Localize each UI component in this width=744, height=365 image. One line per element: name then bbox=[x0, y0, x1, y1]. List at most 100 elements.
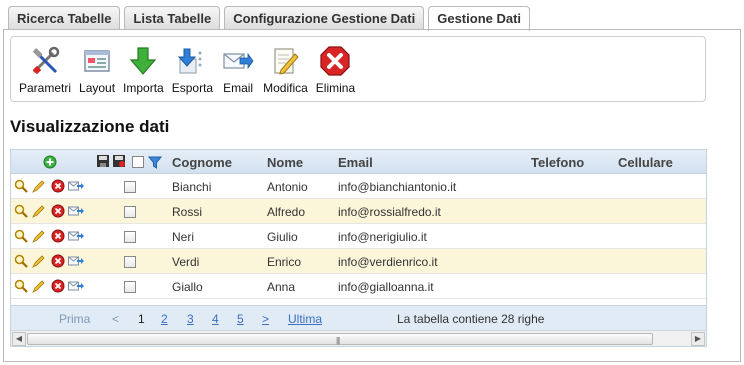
column-header-cognome[interactable]: Cognome bbox=[172, 155, 232, 170]
horizontal-scrollbar[interactable]: ◀ ||| ▶ bbox=[11, 330, 706, 346]
scroll-right-button[interactable]: ▶ bbox=[691, 332, 705, 346]
data-grid: Cognome Nome Email Telefono Cellulare Bi… bbox=[10, 149, 707, 347]
column-header-telefono[interactable]: Telefono bbox=[531, 155, 584, 170]
add-row-icon[interactable] bbox=[43, 155, 57, 169]
cell-cognome: Bianchi bbox=[172, 180, 212, 194]
cell-email: info@bianchiantonio.it bbox=[338, 180, 457, 194]
cell-email: info@nerigiulio.it bbox=[338, 230, 427, 244]
cell-nome: Alfredo bbox=[267, 205, 306, 219]
pager-summary: La tabella contiene 28 righe bbox=[397, 312, 545, 326]
importa-button[interactable]: Importa bbox=[123, 37, 164, 95]
cell-nome: Giulio bbox=[267, 230, 298, 244]
scroll-grip-icon: ||| bbox=[336, 336, 340, 345]
esporta-button[interactable]: Esporta bbox=[172, 37, 213, 95]
row-checkbox[interactable] bbox=[124, 281, 136, 293]
cell-nome: Anna bbox=[267, 280, 296, 294]
edit-icon[interactable] bbox=[32, 279, 46, 293]
select-all-checkbox[interactable] bbox=[132, 156, 144, 168]
pager-page-3[interactable]: 3 bbox=[187, 312, 194, 326]
cell-cognome: Rossi bbox=[172, 205, 203, 219]
save-icon[interactable] bbox=[96, 154, 110, 168]
email-label: Email bbox=[223, 81, 254, 95]
send-email-icon[interactable] bbox=[68, 179, 84, 193]
modifica-button[interactable]: Modifica bbox=[263, 37, 308, 95]
column-header-cellulare[interactable]: Cellulare bbox=[618, 155, 673, 170]
modifica-label: Modifica bbox=[263, 81, 308, 95]
esporta-label: Esporta bbox=[171, 81, 214, 95]
table-row: Neri Giulio info@nerigiulio.it bbox=[11, 224, 706, 249]
pager-page-1[interactable]: 1 bbox=[138, 312, 145, 326]
row-checkbox[interactable] bbox=[124, 181, 136, 193]
pager-next[interactable]: > bbox=[262, 312, 269, 326]
cell-cognome: Neri bbox=[172, 230, 195, 244]
tab-lista-tabelle[interactable]: Lista Tabelle bbox=[124, 6, 221, 30]
filter-icon[interactable] bbox=[147, 155, 163, 169]
cell-nome: Antonio bbox=[267, 180, 308, 194]
edit-icon bbox=[268, 44, 302, 78]
elimina-label: Elimina bbox=[315, 81, 356, 95]
row-checkbox[interactable] bbox=[124, 256, 136, 268]
delete-icon[interactable] bbox=[51, 279, 65, 293]
elimina-button[interactable]: Elimina bbox=[316, 37, 355, 95]
delete-icon[interactable] bbox=[51, 254, 65, 268]
pager-page-4[interactable]: 4 bbox=[212, 312, 219, 326]
view-icon[interactable] bbox=[14, 254, 28, 268]
tab-ricerca-tabelle[interactable]: Ricerca Tabelle bbox=[8, 6, 121, 30]
import-arrow-icon bbox=[126, 44, 160, 78]
parametri-button[interactable]: Parametri bbox=[19, 37, 71, 95]
cell-email: info@gialloanna.it bbox=[338, 280, 434, 294]
grid-body: Bianchi Antonio info@bianchiantonio.it Ross… bbox=[11, 174, 706, 299]
view-icon[interactable] bbox=[14, 279, 28, 293]
pager: Prima < 1 2 3 4 5 > Ultima La tabella co… bbox=[11, 305, 706, 331]
cell-nome: Enrico bbox=[267, 255, 302, 269]
cell-cognome: Giallo bbox=[172, 280, 203, 294]
parametri-label: Parametri bbox=[19, 81, 72, 95]
delete-icon[interactable] bbox=[51, 229, 65, 243]
column-header-nome[interactable]: Nome bbox=[267, 155, 303, 170]
delete-icon bbox=[318, 44, 352, 78]
delete-icon[interactable] bbox=[51, 204, 65, 218]
table-row: Rossi Alfredo info@rossialfredo.it bbox=[11, 199, 706, 224]
pager-prev[interactable]: < bbox=[112, 312, 119, 326]
scroll-left-button[interactable]: ◀ bbox=[12, 332, 26, 346]
row-checkbox[interactable] bbox=[124, 206, 136, 218]
cell-email: info@verdienrico.it bbox=[338, 255, 438, 269]
cell-cognome: Verdi bbox=[172, 255, 200, 269]
view-icon[interactable] bbox=[14, 179, 28, 193]
layout-label: Layout bbox=[79, 81, 116, 95]
cell-email: info@rossialfredo.it bbox=[338, 205, 441, 219]
edit-icon[interactable] bbox=[32, 179, 46, 193]
tools-icon bbox=[28, 44, 62, 78]
layout-button[interactable]: Layout bbox=[79, 37, 115, 95]
importa-label: Importa bbox=[123, 81, 164, 95]
pager-last[interactable]: Ultima bbox=[288, 312, 322, 326]
table-row: Giallo Anna info@gialloanna.it bbox=[11, 274, 706, 299]
grid-header: Cognome Nome Email Telefono Cellulare bbox=[11, 150, 706, 174]
send-email-icon[interactable] bbox=[68, 279, 84, 293]
email-button[interactable]: Email bbox=[221, 37, 255, 95]
email-icon bbox=[221, 44, 255, 78]
send-email-icon[interactable] bbox=[68, 204, 84, 218]
scroll-thumb[interactable]: ||| bbox=[27, 333, 653, 345]
edit-icon[interactable] bbox=[32, 204, 46, 218]
pager-page-2[interactable]: 2 bbox=[161, 312, 168, 326]
pager-page-5[interactable]: 5 bbox=[237, 312, 244, 326]
page-title: Visualizzazione dati bbox=[10, 117, 170, 136]
row-checkbox[interactable] bbox=[124, 231, 136, 243]
column-header-email[interactable]: Email bbox=[338, 155, 373, 170]
tab-gestione-dati[interactable]: Gestione Dati bbox=[428, 6, 531, 31]
pager-first[interactable]: Prima bbox=[59, 312, 90, 326]
tab-configurazione-gestione-dati[interactable]: Configurazione Gestione Dati bbox=[224, 6, 425, 30]
view-icon[interactable] bbox=[14, 204, 28, 218]
edit-icon[interactable] bbox=[32, 254, 46, 268]
toolbar: Parametri Layout Importa Esporta Email M… bbox=[10, 36, 706, 102]
edit-icon[interactable] bbox=[32, 229, 46, 243]
send-email-icon[interactable] bbox=[68, 229, 84, 243]
delete-icon[interactable] bbox=[51, 179, 65, 193]
save-as-icon[interactable] bbox=[112, 154, 126, 168]
table-row: Bianchi Antonio info@bianchiantonio.it bbox=[11, 174, 706, 199]
send-email-icon[interactable] bbox=[68, 254, 84, 268]
view-icon[interactable] bbox=[14, 229, 28, 243]
export-arrow-icon bbox=[175, 44, 209, 78]
layout-icon bbox=[80, 44, 114, 78]
